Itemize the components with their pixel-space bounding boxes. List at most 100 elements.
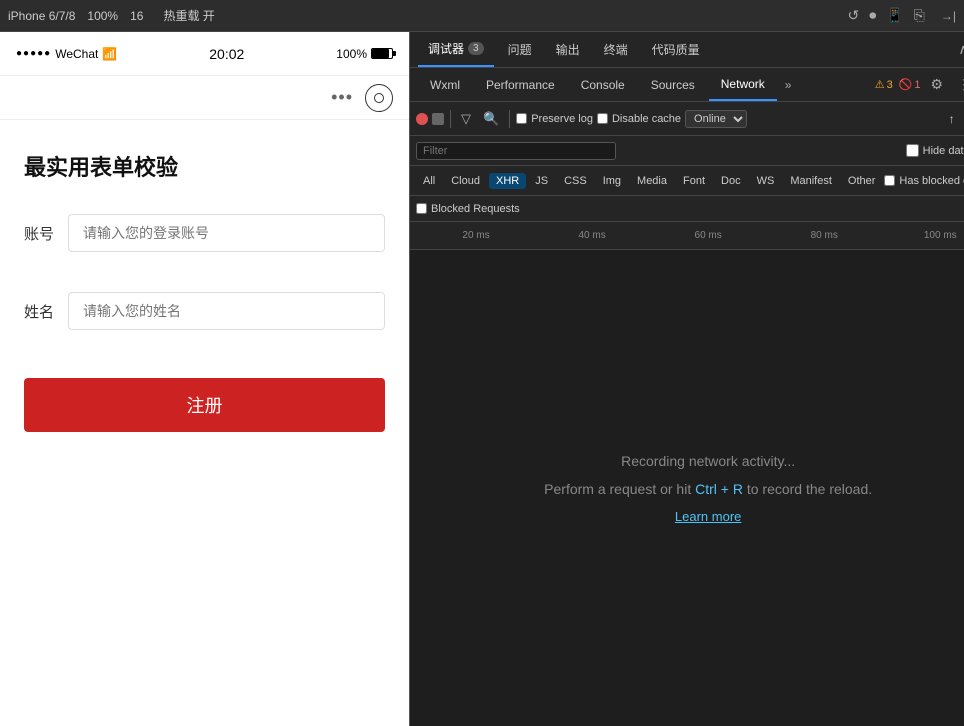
camera-button[interactable] [365,84,393,112]
signal-icon: ●●●●● [16,48,51,59]
filter-manifest[interactable]: Manifest [783,173,839,189]
status-right: 100% [336,47,393,61]
battery-fill [372,49,389,58]
network-throttle-select[interactable]: Online [685,110,747,128]
quality-tab-label: 代码质量 [652,41,700,58]
camera-inner-icon [374,93,384,103]
subtab-wxml[interactable]: Wxml [418,68,472,101]
filter-other[interactable]: Other [841,173,883,189]
toolbar-right-icons: ↑ ↓ ⚙ [945,109,964,129]
disable-cache-input[interactable] [597,113,608,124]
account-field: 账号 [24,214,385,252]
filter-media[interactable]: Media [630,173,674,189]
timeline-80ms: 80 ms [766,230,882,241]
has-blocked-cookies-input[interactable] [884,175,895,186]
disable-cache-checkbox[interactable]: Disable cache [597,113,681,125]
separator-2 [509,110,510,128]
zoom-label[interactable]: 100% [87,9,118,23]
filter-font[interactable]: Font [676,173,712,189]
tab-quality[interactable]: 代码质量 [642,32,710,67]
filter-js[interactable]: JS [528,173,555,189]
filter-xhr[interactable]: XHR [489,173,526,189]
collapse-button[interactable]: ∧ [954,39,964,60]
err-circle-icon: 🚫 [899,78,913,91]
has-blocked-cookies-label: Has blocked cookies [899,175,964,187]
tab-output[interactable]: 输出 [546,32,590,67]
submit-button[interactable]: 注册 [24,378,385,432]
tab-debugger[interactable]: 调试器 3 [418,32,494,67]
expand-arrow[interactable]: →| [941,9,956,23]
separator-1 [450,110,451,128]
device-label[interactable]: iPhone 6/7/8 [8,9,75,23]
gear-settings-button[interactable]: ⚙ [927,74,948,95]
timeline-60ms: 60 ms [650,230,766,241]
terminal-tab-label: 终端 [604,41,628,58]
blocked-requests-label: Blocked Requests [431,203,520,215]
filter-ws[interactable]: WS [750,173,782,189]
copy-icon[interactable]: ⎘ [914,7,925,24]
recording-text: Recording network activity... [621,453,795,469]
preserve-log-checkbox[interactable]: Preserve log [516,113,593,125]
debugger-tab-label: 调试器 [428,40,464,57]
subtab-console[interactable]: Console [569,68,637,101]
hide-data-urls-input[interactable] [906,144,919,157]
timeline-20ms: 20 ms [418,230,534,241]
perform-before: Perform a request or hit [544,481,695,497]
more-tabs-icon[interactable]: » [779,78,798,92]
err-badge: 🚫 1 [899,78,921,91]
hide-data-urls-checkbox[interactable]: Hide data URLs [906,144,964,157]
menu-dots[interactable]: ••• [331,87,353,108]
hotreload-toggle[interactable]: 热重载 开 [163,7,214,24]
import-icon[interactable]: ↑ [945,109,959,129]
search-toggle-button[interactable]: 🔍 [479,109,503,129]
filter-toggle-button[interactable]: ▽ [457,109,475,129]
network-subtabs: Wxml Performance Console Sources Network… [410,68,964,102]
subtab-sources[interactable]: Sources [639,68,707,101]
filter-css[interactable]: CSS [557,173,594,189]
record-dot-button[interactable] [416,113,428,125]
wifi-icon: 📶 [102,47,117,61]
filter-bar: Hide data URLs [410,136,964,166]
stop-button[interactable] [432,113,444,125]
blocked-requests-checkbox[interactable]: Blocked Requests [416,203,520,215]
blocked-requests-input[interactable] [416,203,427,214]
name-field: 姓名 [24,292,385,330]
learn-more-link[interactable]: Learn more [675,509,741,524]
devtools-panel: 调试器 3 问题 输出 终端 代码质量 ∧ ✕ Wxml [410,32,964,726]
filter-cloud[interactable]: Cloud [444,173,487,189]
tab-terminal[interactable]: 终端 [594,32,638,67]
subtab-network[interactable]: Network [709,68,777,101]
hide-data-urls-label: Hide data URLs [923,145,964,157]
perform-text: Perform a request or hit Ctrl + R to rec… [544,481,872,497]
battery-percent: 100% [336,47,367,61]
mobile-icon[interactable]: 📱 [886,7,903,24]
warn-triangle-icon: ⚠ [875,78,885,91]
perform-after: to record the reload. [743,481,872,497]
name-input[interactable] [68,292,385,330]
warn-count: 3 [887,79,893,91]
phone-navbar: ••• [0,76,409,120]
tab-issues[interactable]: 问题 [498,32,542,67]
toolbar-icons: ↺ ⏺ 📱 ⎘ [848,7,925,24]
more-options-button[interactable]: ⋮ [953,74,964,95]
net-tab-icons: ⚠ 3 🚫 1 ⚙ ⋮ ⊡ [875,74,964,95]
record-icon[interactable]: ⏺ [869,7,876,24]
wxml-label: Wxml [430,78,460,92]
filter-all[interactable]: All [416,173,442,189]
performance-label: Performance [486,78,555,92]
account-input[interactable] [68,214,385,252]
filter-input[interactable] [416,142,616,160]
subtab-performance[interactable]: Performance [474,68,567,101]
main-area: ●●●●● WeChat 📶 20:02 100% ••• 最实用表单校验 [0,32,964,726]
has-blocked-cookies-checkbox[interactable]: Has blocked cookies [884,175,964,187]
err-count: 1 [914,79,920,91]
phone-statusbar: ●●●●● WeChat 📶 20:02 100% [0,32,409,76]
phone-form-content: 最实用表单校验 账号 姓名 注册 [0,120,409,726]
battery-icon [371,48,393,59]
filter-doc[interactable]: Doc [714,173,748,189]
filter-img[interactable]: Img [596,173,628,189]
refresh-icon[interactable]: ↺ [848,7,860,24]
type-filter-right: Has blocked cookies [884,175,964,187]
console-label: Console [581,78,625,92]
preserve-log-input[interactable] [516,113,527,124]
